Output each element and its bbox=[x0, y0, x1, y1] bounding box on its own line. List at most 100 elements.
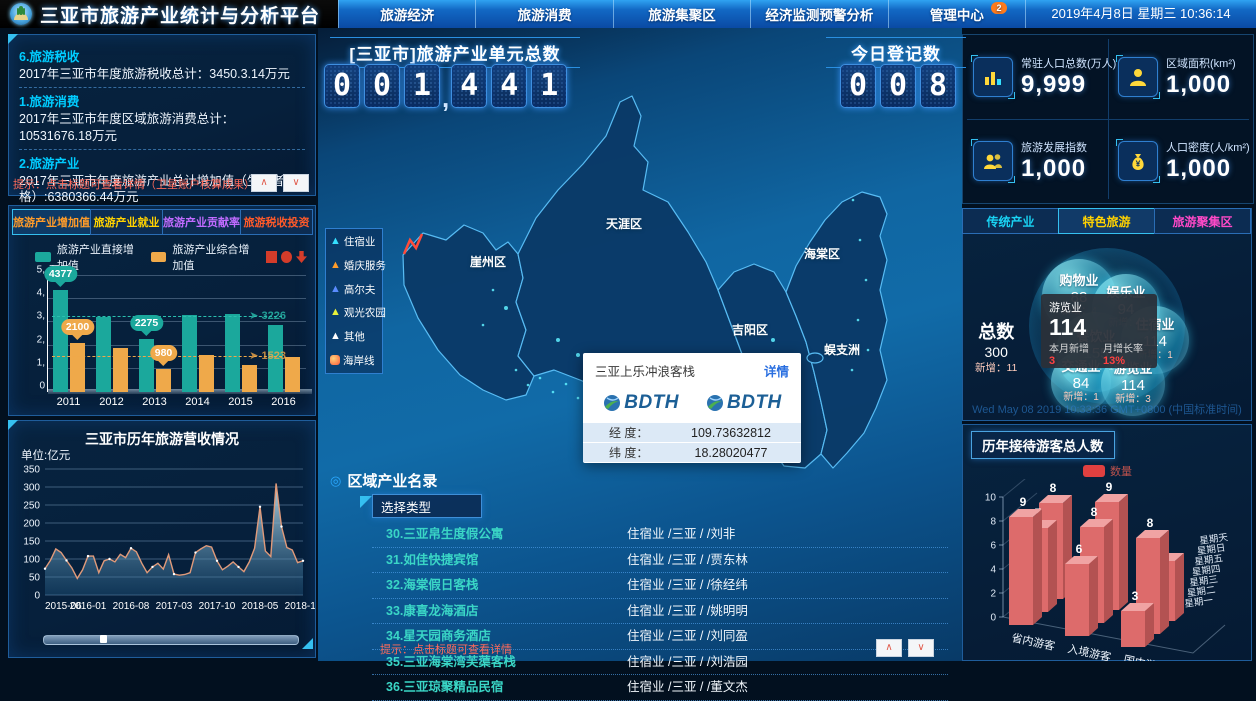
industry-tab-2[interactable]: 旅游产业贡献率 bbox=[162, 209, 241, 235]
venue-name-link[interactable]: 30.三亚帛生度假公寓 bbox=[372, 527, 503, 541]
stat-value: 1,000 bbox=[1021, 155, 1087, 183]
map-legend-item[interactable]: 海岸线 bbox=[330, 353, 378, 368]
map-legend-item[interactable]: ▲高尔夫 bbox=[330, 282, 378, 297]
bar-旅游产业综合增加值[interactable] bbox=[113, 348, 128, 392]
district-label: 崖州区 bbox=[470, 254, 506, 269]
visitors-legend: 数量 bbox=[1083, 463, 1132, 479]
stat-text: 旅游发展指数1,000 bbox=[1021, 139, 1087, 183]
special-tab-1[interactable]: 特色旅游 bbox=[1058, 208, 1155, 234]
y-tick-label: 2, bbox=[37, 334, 45, 345]
svg-text:入境游客: 入境游客 bbox=[1066, 641, 1112, 661]
bar-旅游产业直接增加值[interactable] bbox=[225, 314, 240, 392]
x-category-label: 2016 bbox=[262, 396, 305, 408]
special-tab-2[interactable]: 旅游聚集区 bbox=[1154, 208, 1251, 234]
directory-up-button[interactable]: ∧ bbox=[876, 639, 902, 657]
time-range-slider[interactable] bbox=[43, 635, 299, 645]
slider-handle[interactable] bbox=[100, 635, 107, 643]
wuzhizhou-island bbox=[807, 353, 823, 363]
refresh-icon[interactable] bbox=[281, 251, 292, 263]
app-logo-icon bbox=[10, 3, 32, 25]
bar-旅游产业直接增加值[interactable] bbox=[53, 290, 68, 392]
svg-text:50: 50 bbox=[29, 573, 41, 584]
marker-triangle-icon: ▲ bbox=[330, 284, 341, 295]
popup-title: 三亚上乐冲浪客栈 bbox=[595, 361, 695, 380]
summary-down-button[interactable]: ∨ bbox=[283, 174, 309, 192]
list-item[interactable]: 30.三亚帛生度假公寓住宿业 /三亚 / /刘非 bbox=[372, 522, 948, 548]
bdth-logo: BDTH bbox=[705, 392, 782, 414]
bar3d[interactable]: 9 bbox=[1009, 495, 1042, 625]
list-item[interactable]: 33.康喜龙海酒店住宿业 /三亚 / /姚明明 bbox=[372, 599, 948, 625]
globe-icon bbox=[705, 393, 725, 413]
industry-tab-0[interactable]: 旅游产业增加值 bbox=[12, 209, 91, 235]
summary-up-button[interactable]: ∧ bbox=[251, 174, 277, 192]
special-tabs: 传统产业特色旅游旅游聚集区 bbox=[963, 209, 1251, 234]
money-bag-icon: ¥ bbox=[1118, 141, 1158, 181]
gridline bbox=[48, 275, 306, 276]
bar-旅游产业直接增加值[interactable] bbox=[182, 315, 197, 392]
directory-down-button[interactable]: ∨ bbox=[908, 639, 934, 657]
venue-name-link[interactable]: 31.如佳快捷宾馆 bbox=[372, 553, 478, 567]
digit-cell: 0 bbox=[364, 64, 400, 108]
popup-detail-link[interactable]: 详情 bbox=[764, 361, 789, 380]
stat-text: 常驻人口总数(万人)9,999 bbox=[1021, 55, 1116, 99]
nav-item-2[interactable]: 旅游集聚区 bbox=[613, 0, 750, 28]
list-item[interactable]: 32.海棠假日客栈住宿业 /三亚 / /徐经纬 bbox=[372, 573, 948, 599]
people-icon bbox=[973, 141, 1013, 181]
map-legend-item[interactable]: ▲其他 bbox=[330, 329, 378, 344]
svg-text:6: 6 bbox=[1076, 542, 1083, 556]
svg-text:2018-12: 2018-12 bbox=[285, 601, 315, 612]
summary-item-title[interactable]: 2.旅游产业 bbox=[19, 153, 305, 172]
bar-旅游产业综合增加值[interactable] bbox=[199, 355, 214, 392]
directory-title: 区域产业名录 bbox=[347, 470, 437, 491]
bar-旅游产业综合增加值[interactable] bbox=[242, 365, 257, 392]
bar-旅游产业综合增加值[interactable] bbox=[70, 343, 85, 392]
bar-旅游产业综合增加值[interactable] bbox=[156, 369, 171, 392]
bar-旅游产业直接增加值[interactable] bbox=[96, 317, 111, 392]
bar-旅游产业综合增加值[interactable] bbox=[285, 357, 300, 392]
export-file-icon[interactable] bbox=[266, 251, 277, 263]
map-legend-item[interactable]: ▲婚庆服务 bbox=[330, 258, 378, 273]
venue-name-link[interactable]: 36.三亚琼聚精品民宿 bbox=[372, 680, 503, 694]
svg-text:200: 200 bbox=[23, 519, 40, 530]
nav-item-4[interactable]: 管理中心2 bbox=[888, 0, 1025, 28]
industry-tab-3[interactable]: 旅游税收投资 bbox=[240, 209, 313, 235]
type-filter-input[interactable] bbox=[372, 494, 482, 518]
download-icon[interactable] bbox=[296, 251, 307, 263]
header-brand: 三亚市旅游产业统计与分析平台 bbox=[0, 0, 338, 28]
venue-name-link[interactable]: 32.海棠假日客栈 bbox=[372, 578, 478, 592]
bubble-tooltip: 游览业 114 本月新增3 月增长率13% bbox=[1041, 294, 1157, 368]
list-item[interactable]: 36.三亚琼聚精品民宿住宿业 /三亚 / /董文杰 bbox=[372, 675, 948, 701]
svg-text:0: 0 bbox=[990, 613, 996, 624]
map-legend-item[interactable]: ▲住宿业 bbox=[330, 234, 378, 249]
today-counter: 008 bbox=[838, 64, 958, 108]
summary-item-title[interactable]: 1.旅游消费 bbox=[19, 91, 305, 110]
svg-text:6: 6 bbox=[990, 541, 996, 552]
svg-text:3: 3 bbox=[1132, 589, 1139, 603]
nav-item-0[interactable]: 旅游经济 bbox=[338, 0, 475, 28]
directory-panel: ◎ 区域产业名录 30.三亚帛生度假公寓住宿业 /三亚 / /刘非31.如佳快捷… bbox=[322, 470, 958, 661]
svg-text:国内游客: 国内游客 bbox=[1122, 652, 1168, 661]
stat-value: 9,999 bbox=[1021, 71, 1116, 99]
svg-text:2018-05: 2018-05 bbox=[242, 601, 279, 612]
x-category-label: 2011 bbox=[47, 396, 90, 408]
summary-item-title[interactable]: 6.旅游税收 bbox=[19, 46, 305, 65]
special-tab-0[interactable]: 传统产业 bbox=[962, 208, 1059, 234]
summary-item[interactable]: 6.旅游税收2017年三亚市年度旅游税收总计：3450.3.14万元 bbox=[19, 43, 305, 88]
list-item[interactable]: 31.如佳快捷宾馆住宿业 /三亚 / /贾东林 bbox=[372, 548, 948, 574]
venue-detail: 住宿业 /三亚 / /刘浩园 bbox=[627, 650, 748, 675]
venue-name-link[interactable]: 33.康喜龙海酒店 bbox=[372, 604, 478, 618]
summary-item[interactable]: 1.旅游消费2017年三亚市年度区域旅游消费总计：10531676.18万元 bbox=[19, 88, 305, 150]
value-callout: 2275 bbox=[130, 315, 163, 331]
y-tick-label: 1, bbox=[37, 357, 45, 368]
nav-item-3[interactable]: 经济监测预警分析 bbox=[750, 0, 887, 28]
nav-item-1[interactable]: 旅游消费 bbox=[475, 0, 612, 28]
directory-hint: 提示：点击标题可查看详情 bbox=[380, 641, 512, 657]
y-tick-label: 4, bbox=[37, 288, 45, 299]
bullseye-icon: ◎ bbox=[330, 473, 341, 489]
value-callout: 4377 bbox=[44, 266, 77, 282]
digit-cell: 4 bbox=[491, 64, 527, 108]
industry-tab-1[interactable]: 旅游产业就业 bbox=[90, 209, 163, 235]
district-label: 吉阳区 bbox=[732, 322, 768, 337]
svg-text:8: 8 bbox=[990, 517, 996, 528]
map-legend-item[interactable]: ▲观光农园 bbox=[330, 305, 378, 320]
